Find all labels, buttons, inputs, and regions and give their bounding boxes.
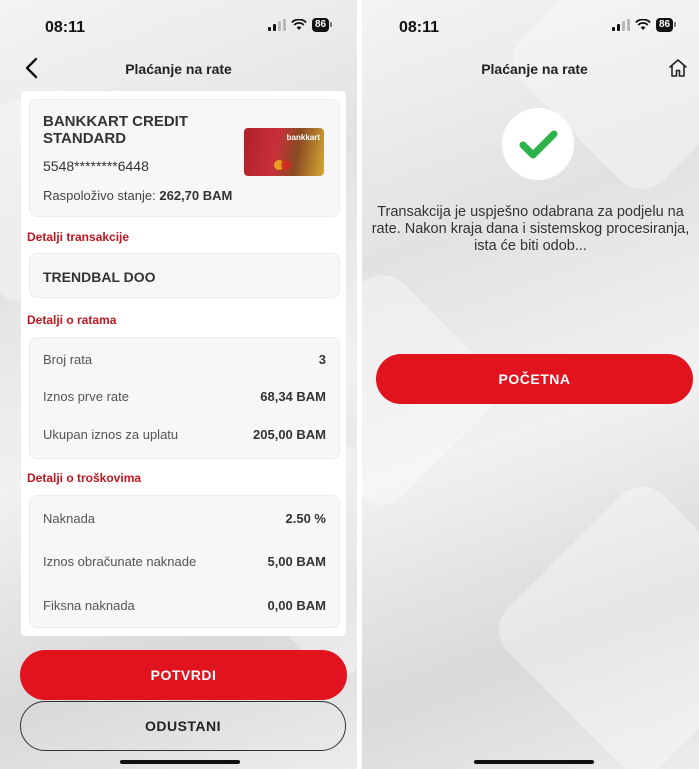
costs-box: Naknada 2.50 % Iznos obračunate naknade … [29,495,340,628]
status-bar: 08:11 86 [0,0,357,50]
balance-value: 262,70 BAM [159,188,233,203]
detail-row: Broj rata 3 [43,352,326,367]
detail-label: Ukupan iznos za uplatu [43,427,179,442]
detail-label: Broj rata [43,352,93,367]
section-label-costs: Detalji o troškovima [27,471,142,485]
status-bar: 08:11 86 [362,0,699,50]
battery-icon: 86 [312,18,333,32]
card-number: 5548********6448 [43,158,149,174]
detail-value: 205,00 BAM [253,427,326,442]
available-balance: Raspoloživo stanje: 262,70 BAM [43,188,232,203]
page-title: Plaćanje na rate [125,61,232,77]
card-brand-text: bankkart [286,133,320,142]
detail-value: 3 [318,352,326,367]
card-image: bankkart [244,128,324,176]
card-summary: BANKKART CREDIT STANDARD bankkart 5548**… [29,99,340,217]
status-icons: 86 [268,18,333,32]
page-title: Plaćanje na rate [481,61,588,77]
detail-value: 5,00 BAM [267,554,326,569]
status-time: 08:11 [399,19,440,36]
confirm-button[interactable]: POTVRDI [20,650,347,700]
detail-value: 2.50 % [285,511,326,526]
home-indicator [474,760,594,764]
cancel-button[interactable]: ODUSTANI [20,701,346,751]
section-label-installments: Detalji o ratama [27,313,117,327]
merchant-box: TRENDBAL DOO [29,253,340,298]
merchant-name: TRENDBAL DOO [43,269,156,285]
background-shape [486,474,699,769]
signal-icon [612,19,630,31]
detail-row: Naknada 2.50 % [43,511,326,526]
detail-row: Ukupan iznos za uplatu 205,00 BAM [43,427,326,442]
signal-icon [268,19,286,31]
installments-box: Broj rata 3 Iznos prve rate 68,34 BAM Uk… [29,337,340,459]
detail-label: Fiksna naknada [43,598,135,613]
wifi-icon [291,19,307,30]
balance-label: Raspoloživo stanje: [43,188,156,203]
card-name: BANKKART CREDIT STANDARD [43,113,188,147]
wifi-icon [635,19,651,30]
detail-label: Naknada [43,511,96,526]
section-label-transaction: Detalji transakcije [27,230,130,244]
detail-label: Iznos prve rate [43,389,129,404]
success-message: Transakcija je uspješno odabrana za podj… [371,204,690,254]
home-button[interactable]: POČETNA [376,354,693,404]
detail-value: 0,00 BAM [267,598,326,613]
detail-row: Iznos obračunate naknade 5,00 BAM [43,554,326,569]
detail-value: 68,34 BAM [260,389,326,404]
home-indicator [120,760,240,764]
success-circle [502,108,574,180]
success-screen: 08:11 86 Plaćanje na rate Transakcija je… [362,0,699,769]
card-logo-icon [281,160,291,170]
checkmark-icon [519,130,558,159]
home-icon[interactable] [667,57,689,79]
payment-details-screen: 08:11 86 Plaćanje na rate BANKKART CREDI… [0,0,357,769]
battery-icon: 86 [656,18,677,32]
detail-label: Iznos obračunate naknade [43,554,197,569]
status-time: 08:11 [45,19,86,36]
detail-row: Iznos prve rate 68,34 BAM [43,389,326,404]
status-icons: 86 [612,18,677,32]
detail-row: Fiksna naknada 0,00 BAM [43,598,326,613]
